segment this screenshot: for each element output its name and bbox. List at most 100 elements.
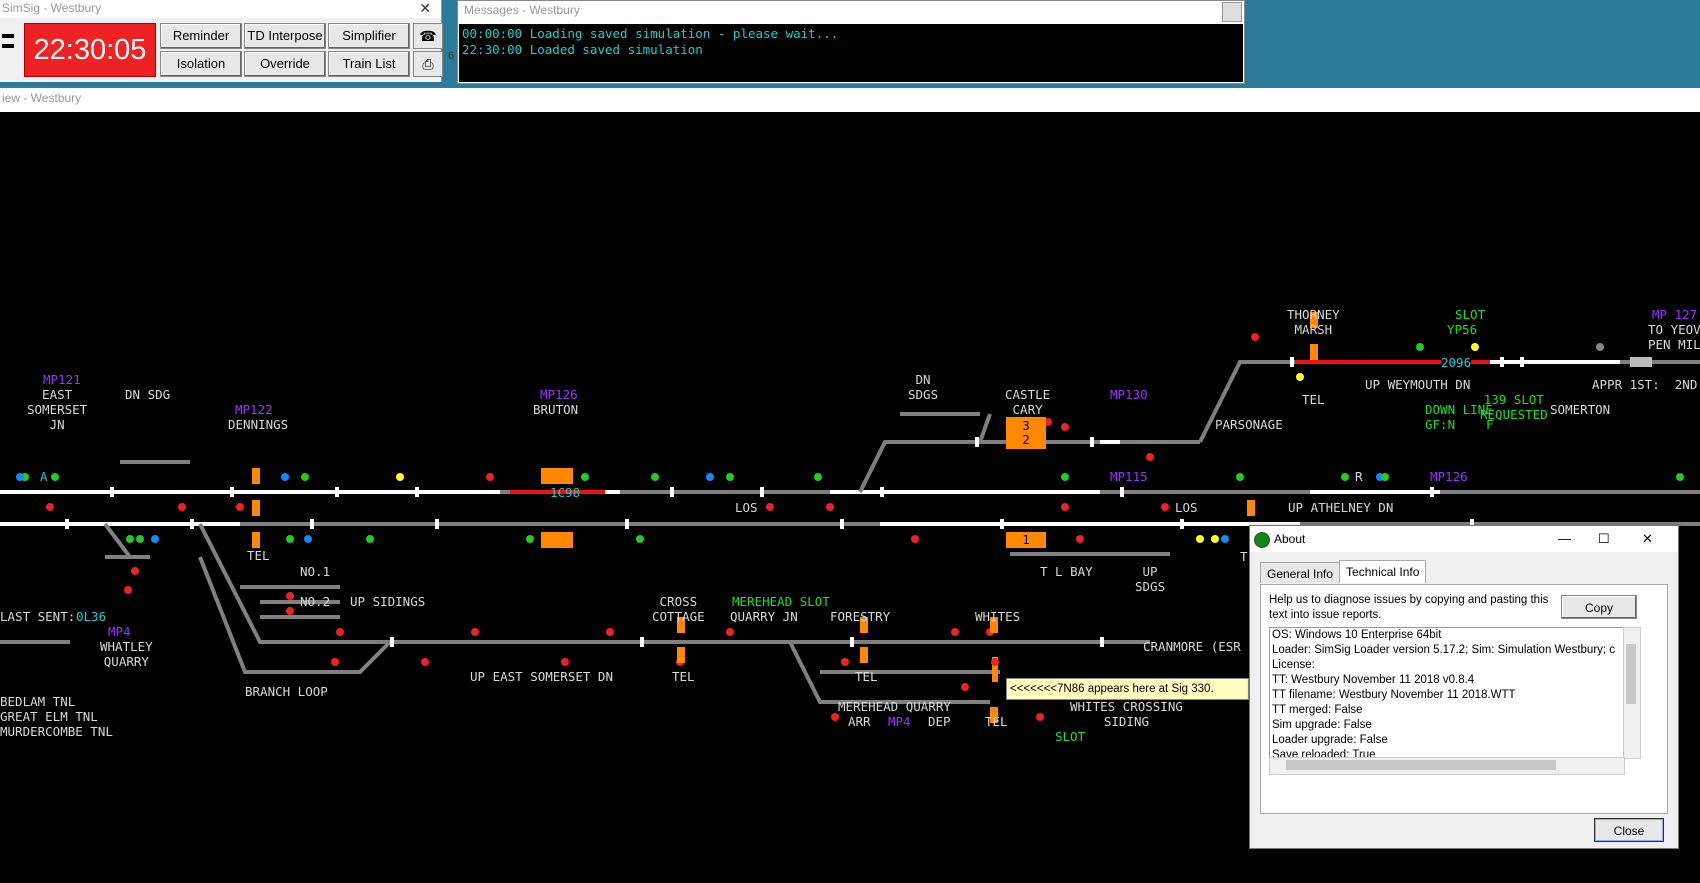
message-line: 00:00:00 Loading saved simulation - plea… bbox=[462, 26, 839, 41]
info-line: TT: Westbury November 11 2018 v0.8.4 bbox=[1272, 674, 1475, 686]
label-no2: NO.2 bbox=[300, 594, 331, 609]
label-arr: ARR bbox=[848, 714, 871, 729]
berth-box[interactable] bbox=[860, 647, 868, 663]
label-thorney-marsh: THORNEY MARSH bbox=[1287, 307, 1340, 337]
train-list-button[interactable]: Train List bbox=[328, 51, 410, 77]
berth-box[interactable] bbox=[1247, 500, 1255, 516]
label-dn-sdgs: DN SDGS bbox=[908, 372, 939, 402]
label-139-slot-requested: 139 SLOT REQUESTED bbox=[1480, 392, 1548, 422]
label-tel: TEL bbox=[247, 548, 270, 563]
close-icon[interactable]: ✕ bbox=[1642, 526, 1653, 552]
label-quarry-jn: QUARRY JN bbox=[730, 609, 798, 624]
last-sent-value: 0L36 bbox=[76, 609, 107, 624]
view-window-titlebar[interactable]: iew - Westbury bbox=[0, 88, 1700, 112]
scroll-thumb[interactable] bbox=[1626, 644, 1636, 704]
td-interpose-button[interactable]: TD Interpose bbox=[244, 23, 326, 49]
label-last-sent: LAST SENT: bbox=[0, 609, 76, 624]
label-a: A bbox=[40, 469, 48, 484]
menu-icon[interactable] bbox=[0, 28, 18, 72]
label-cross-cottage: CROSS COTTAGE bbox=[652, 594, 705, 624]
berth-2096[interactable]: 2096 bbox=[1441, 355, 1472, 370]
berth-box[interactable] bbox=[252, 468, 260, 484]
label-up-sidings: UP SIDINGS bbox=[350, 594, 426, 609]
label-dn-sdg: DN SDG bbox=[125, 387, 171, 402]
label-up-athelney-dn: UP ATHELNEY DN bbox=[1288, 500, 1394, 515]
info-line: Loader upgrade: False bbox=[1272, 734, 1388, 746]
berth-box[interactable] bbox=[541, 468, 573, 484]
isolation-button[interactable]: Isolation bbox=[160, 51, 242, 77]
label-whites-crossing-siding: WHITES CROSSING SIDING bbox=[1070, 699, 1183, 729]
label-castle-cary: CASTLE CARY bbox=[1005, 387, 1051, 417]
label-branch-loop: BRANCH LOOP bbox=[245, 684, 328, 699]
berth-number: 3 bbox=[1022, 418, 1030, 433]
close-button[interactable]: Close bbox=[1594, 818, 1664, 842]
berth-number: 2 bbox=[1022, 432, 1030, 447]
about-titlebar[interactable]: About — ☐ ✕ bbox=[1250, 526, 1678, 552]
label-mp4: MP4 bbox=[108, 624, 131, 639]
close-icon[interactable] bbox=[1222, 2, 1242, 22]
label-merehead-slot: MEREHEAD SLOT bbox=[732, 594, 830, 609]
about-title: About bbox=[1274, 532, 1306, 546]
printer-icon[interactable]: ⎙ bbox=[413, 51, 443, 77]
berth-box-castle-cary[interactable]: 3 2 bbox=[1006, 417, 1046, 449]
sim-clock[interactable]: 22:30:05 bbox=[24, 23, 156, 77]
label-up-sdgs: UP SDGS bbox=[1135, 564, 1166, 594]
label-mp121: MP121 bbox=[43, 372, 81, 387]
label-mp4: MP4 bbox=[888, 714, 911, 729]
label-dep: DEP bbox=[928, 714, 951, 729]
label-slot: SLOT bbox=[1055, 729, 1086, 744]
side-char: 6 bbox=[448, 50, 455, 62]
messages-log[interactable]: 00:00:00 Loading saved simulation - plea… bbox=[459, 24, 1243, 82]
label-mp122: MP122 bbox=[235, 402, 273, 417]
simsig-logo-icon bbox=[1254, 532, 1270, 548]
control-window-titlebar[interactable]: SimSig - Westbury ✕ bbox=[0, 0, 441, 18]
berth-box[interactable] bbox=[1310, 344, 1318, 360]
minimize-icon[interactable]: — bbox=[1558, 526, 1571, 552]
berth-box[interactable] bbox=[541, 532, 573, 548]
label-up-weymouth-dn: UP WEYMOUTH DN bbox=[1365, 377, 1471, 392]
label-pen-mil: PEN MIL bbox=[1648, 337, 1700, 352]
technical-info-panel: Help us to diagnose issues by copying an… bbox=[1260, 584, 1668, 814]
phone-icon[interactable]: ☎ bbox=[413, 23, 443, 49]
reminder-button[interactable]: Reminder bbox=[160, 23, 242, 49]
horizontal-scrollbar[interactable] bbox=[1269, 757, 1625, 775]
label-tel: TEL bbox=[672, 669, 695, 684]
info-line: Loader: SimSig Loader version 5.17.2; Si… bbox=[1272, 644, 1616, 656]
label-mp127: MP 127 bbox=[1652, 307, 1698, 322]
east-somerset-branch bbox=[0, 460, 1170, 704]
tab-general-info[interactable]: General Info bbox=[1260, 562, 1341, 583]
label-bruton: BRUTON bbox=[533, 402, 579, 417]
label-mp126: MP126 bbox=[540, 387, 578, 402]
berth-box[interactable] bbox=[252, 500, 260, 516]
about-tabs: General Info Technical Info bbox=[1260, 560, 1427, 584]
control-window: SimSig - Westbury ✕ 22:30:05 Reminder TD… bbox=[0, 0, 454, 82]
label-mp130: MP130 bbox=[1110, 387, 1148, 402]
maximize-icon[interactable]: ☐ bbox=[1598, 526, 1610, 552]
scroll-thumb[interactable] bbox=[1286, 760, 1556, 770]
messages-titlebar[interactable]: Messages - Westbury bbox=[458, 1, 1244, 23]
label-east-somerset-jn: EAST SOMERSET JN bbox=[27, 387, 88, 432]
copy-button[interactable]: Copy bbox=[1561, 595, 1637, 619]
technical-info-textbox[interactable]: OS: Windows 10 Enterprise 64bit Loader: … bbox=[1269, 627, 1625, 759]
info-line: OS: Windows 10 Enterprise 64bit bbox=[1272, 629, 1442, 641]
label-tel: TEL bbox=[985, 714, 1008, 729]
label-dennings: DENNINGS bbox=[228, 417, 289, 432]
message-line: 22:30:00 Loaded saved simulation bbox=[462, 42, 703, 57]
control-window-title: SimSig - Westbury bbox=[2, 1, 102, 15]
berth-box-1[interactable]: 1 bbox=[1006, 532, 1046, 548]
label-merehead-quarry: MEREHEAD QUARRY bbox=[838, 699, 951, 714]
label-cranmore: CRANMORE (ESR bbox=[1143, 639, 1241, 654]
vertical-scrollbar[interactable] bbox=[1623, 627, 1641, 759]
berth-box[interactable] bbox=[677, 647, 685, 663]
label-somerton: SOMERTON bbox=[1550, 402, 1611, 417]
label-t: T bbox=[1240, 549, 1248, 564]
help-text: Help us to diagnose issues by copying an… bbox=[1269, 594, 1549, 621]
close-icon[interactable]: ✕ bbox=[419, 0, 431, 16]
berth-box[interactable] bbox=[252, 532, 260, 548]
berth-number: 1 bbox=[1022, 532, 1030, 547]
override-button[interactable]: Override bbox=[244, 51, 326, 77]
tab-technical-info[interactable]: Technical Info bbox=[1339, 560, 1427, 583]
berth-1c98[interactable]: 1C98 bbox=[550, 485, 580, 500]
simplifier-button[interactable]: Simplifier bbox=[328, 23, 410, 49]
label-tl-bay: T L BAY bbox=[1040, 564, 1093, 579]
